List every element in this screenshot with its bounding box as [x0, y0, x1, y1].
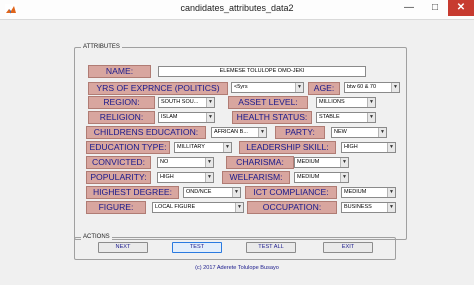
chevron-down-icon: ▼	[223, 143, 231, 152]
chevron-down-icon: ▼	[387, 188, 395, 197]
name-field[interactable]: ELEMESE TOLULOPE OMO-JEKI	[158, 66, 366, 77]
childrens-education-dropdown[interactable]: AFRICAN B... ▼	[211, 127, 267, 138]
chevron-down-icon: ▼	[367, 98, 375, 107]
chevron-down-icon: ▼	[205, 173, 213, 182]
name-label: NAME:	[88, 65, 151, 78]
region-label: REGION:	[88, 96, 155, 109]
chevron-down-icon: ▼	[235, 203, 243, 212]
leadership-skill-dropdown[interactable]: HIGH ▼	[341, 142, 396, 153]
experience-value: <5yrs	[234, 84, 248, 90]
figure-value: LOCAL FIGURE	[155, 204, 196, 210]
age-label: AGE:	[308, 82, 340, 95]
health-status-label: HEALTH STATUS:	[232, 111, 312, 124]
popularity-label: POPULARITY:	[86, 171, 151, 184]
ict-compliance-dropdown[interactable]: MEDIUM ▼	[341, 187, 396, 198]
convicted-dropdown[interactable]: NO ▼	[157, 157, 214, 168]
chevron-down-icon: ▼	[205, 158, 213, 167]
chevron-down-icon: ▼	[378, 128, 386, 137]
test-all-button[interactable]: TEST ALL	[246, 242, 296, 253]
party-label: PARTY:	[275, 126, 325, 139]
chevron-down-icon: ▼	[232, 188, 240, 197]
chevron-down-icon: ▼	[391, 83, 399, 92]
childrens-education-label: CHILDRENS EDUCATION:	[86, 126, 206, 139]
chevron-down-icon: ▼	[387, 203, 395, 212]
occupation-label: OCCUPATION:	[247, 201, 337, 214]
occupation-dropdown[interactable]: BUSINESS ▼	[341, 202, 396, 213]
chevron-down-icon: ▼	[295, 83, 303, 92]
charisma-dropdown[interactable]: MEDIUM ▼	[294, 157, 349, 168]
actions-panel-title: ACTIONS	[81, 233, 112, 241]
chevron-down-icon: ▼	[340, 173, 348, 182]
welfarism-dropdown[interactable]: MEDIUM ▼	[294, 172, 349, 183]
asset-level-label: ASSET LEVEL:	[228, 96, 308, 109]
religion-dropdown[interactable]: ISLAM ▼	[158, 112, 215, 123]
experience-dropdown[interactable]: <5yrs ▼	[231, 82, 304, 93]
test-button[interactable]: TEST	[172, 242, 222, 253]
exit-button[interactable]: EXIT	[323, 242, 373, 253]
asset-level-dropdown[interactable]: MILLIONS ▼	[316, 97, 376, 108]
title-bar: candidates_attributes_data2 — □ ✕	[0, 0, 474, 20]
attributes-panel-title: ATTRIBUTES	[81, 43, 122, 51]
party-dropdown[interactable]: NEW ▼	[331, 127, 387, 138]
education-type-label: EDUCATION TYPE:	[86, 141, 170, 154]
chevron-down-icon: ▼	[387, 143, 395, 152]
ict-compliance-label: ICT COMPLIANCE:	[245, 186, 337, 199]
maximize-button[interactable]: □	[422, 0, 448, 16]
chevron-down-icon: ▼	[367, 113, 375, 122]
popularity-dropdown[interactable]: HIGH ▼	[157, 172, 214, 183]
minimize-button[interactable]: —	[396, 0, 422, 16]
copyright-text: (c) 2017 Aderete Tolulope Busayo	[195, 265, 279, 271]
convicted-label: CONVICTED:	[86, 156, 151, 169]
experience-label: YRS OF EXPRNCE (POLITICS)	[88, 82, 228, 95]
figure-dropdown[interactable]: LOCAL FIGURE ▼	[152, 202, 244, 213]
close-button[interactable]: ✕	[448, 0, 474, 16]
highest-degree-dropdown[interactable]: OND/NCE ▼	[183, 187, 241, 198]
region-dropdown[interactable]: SOUTH SOU... ▼	[158, 97, 215, 108]
client-area: ATTRIBUTES NAME: ELEMESE TOLULOPE OMO-JE…	[0, 20, 474, 285]
health-status-dropdown[interactable]: STABLE ▼	[316, 112, 376, 123]
chevron-down-icon: ▼	[258, 128, 266, 137]
education-type-dropdown[interactable]: MILLITARY ▼	[174, 142, 232, 153]
charisma-label: CHARISMA:	[226, 156, 294, 169]
chevron-down-icon: ▼	[206, 113, 214, 122]
next-button[interactable]: NEXT	[98, 242, 148, 253]
highest-degree-label: HIGHEST DEGREE:	[86, 186, 179, 199]
welfarism-label: WELFARISM:	[222, 171, 290, 184]
chevron-down-icon: ▼	[340, 158, 348, 167]
age-dropdown[interactable]: btw 60 & 70 ▼	[344, 82, 400, 93]
figure-label: FIGURE:	[86, 201, 146, 214]
religion-label: RELIGION:	[88, 111, 155, 124]
chevron-down-icon: ▼	[206, 98, 214, 107]
leadership-skill-label: LEADERSHIP SKILL:	[239, 141, 336, 154]
